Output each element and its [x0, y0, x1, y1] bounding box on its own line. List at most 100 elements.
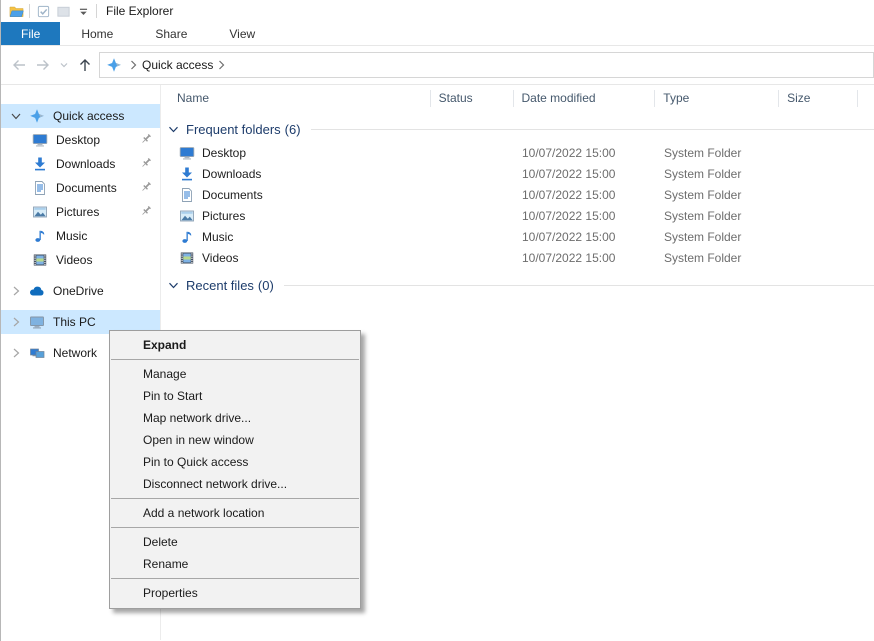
- music-icon: [32, 228, 48, 244]
- recent-locations-chevron-icon[interactable]: [59, 60, 69, 70]
- pin-icon: [139, 180, 153, 194]
- file-type: System Folder: [656, 251, 780, 265]
- pictures-icon: [179, 208, 195, 224]
- menu-item-disconnect-network-drive[interactable]: Disconnect network drive...: [110, 473, 360, 495]
- pin-icon: [139, 156, 153, 170]
- column-header-filler: [858, 90, 874, 107]
- file-type: System Folder: [656, 209, 780, 223]
- navigation-bar: Quick access: [1, 46, 874, 85]
- menu-item-manage[interactable]: Manage: [110, 363, 360, 385]
- column-header-date-modified[interactable]: Date modified: [514, 90, 656, 107]
- menu-item-expand[interactable]: Expand: [110, 334, 360, 356]
- file-explorer-window: File Explorer FileHomeShareView Quick ac…: [0, 0, 874, 641]
- breadcrumb-chevron-icon[interactable]: [129, 59, 138, 71]
- sidebar-item-downloads[interactable]: Downloads: [1, 152, 160, 176]
- documents-icon: [179, 187, 195, 203]
- menu-item-pin-to-quick-access[interactable]: Pin to Quick access: [110, 451, 360, 473]
- documents-icon: [32, 180, 48, 196]
- file-date-modified: 10/07/2022 15:00: [514, 188, 656, 202]
- sidebar-item-desktop[interactable]: Desktop: [1, 128, 160, 152]
- sidebar-item-label: Music: [56, 229, 87, 243]
- sidebar-item-label: Quick access: [53, 109, 124, 123]
- file-row-videos[interactable]: Videos10/07/2022 15:00System Folder: [161, 247, 874, 268]
- chevron-right-icon[interactable]: [10, 347, 22, 359]
- sidebar-item-quick-access[interactable]: Quick access: [1, 104, 160, 128]
- menu-item-add-a-network-location[interactable]: Add a network location: [110, 502, 360, 524]
- menu-item-pin-to-start[interactable]: Pin to Start: [110, 385, 360, 407]
- downloads-icon: [32, 156, 48, 172]
- pictures-icon: [32, 204, 48, 220]
- sidebar-item-label: Desktop: [56, 133, 100, 147]
- group-header-frequent-folders[interactable]: Frequent folders (6): [161, 122, 874, 137]
- tab-share[interactable]: Share: [134, 22, 208, 45]
- menu-item-map-network-drive[interactable]: Map network drive...: [110, 407, 360, 429]
- sidebar-item-label: Downloads: [56, 157, 115, 171]
- downloads-icon: [179, 166, 195, 182]
- chevron-down-icon[interactable]: [10, 110, 22, 122]
- file-row-desktop[interactable]: Desktop10/07/2022 15:00System Folder: [161, 142, 874, 163]
- group-count: (6): [285, 122, 301, 137]
- file-name: Desktop: [202, 146, 246, 160]
- menu-item-rename[interactable]: Rename: [110, 553, 360, 575]
- file-row-documents[interactable]: Documents10/07/2022 15:00System Folder: [161, 184, 874, 205]
- chevron-down-icon[interactable]: [168, 280, 179, 291]
- quick-access-star-icon: [106, 57, 122, 73]
- file-name: Music: [202, 230, 233, 244]
- chevron-right-icon[interactable]: [10, 316, 22, 328]
- frequent-folders-list: Desktop10/07/2022 15:00System FolderDown…: [161, 142, 874, 268]
- sidebar-item-music[interactable]: Music: [1, 224, 160, 248]
- group-count: (0): [258, 278, 274, 293]
- menu-item-open-in-new-window[interactable]: Open in new window: [110, 429, 360, 451]
- properties-check-icon[interactable]: [33, 2, 53, 20]
- desktop-icon: [179, 145, 195, 161]
- group-header-recent-files[interactable]: Recent files (0): [161, 278, 874, 293]
- sidebar-item-label: This PC: [53, 315, 96, 329]
- quick-access-star-icon: [29, 108, 45, 124]
- menu-item-delete[interactable]: Delete: [110, 531, 360, 553]
- sidebar-item-pictures[interactable]: Pictures: [1, 200, 160, 224]
- column-header-name[interactable]: Name: [161, 90, 431, 107]
- chevron-down-icon[interactable]: [168, 124, 179, 135]
- breadcrumb-chevron-icon[interactable]: [217, 59, 226, 71]
- sidebar-item-label: OneDrive: [53, 284, 104, 298]
- sidebar-item-label: Network: [53, 346, 97, 360]
- column-header-type[interactable]: Type: [655, 90, 779, 107]
- videos-icon: [179, 250, 195, 266]
- group-title: Frequent folders: [186, 122, 281, 137]
- network-icon: [29, 345, 45, 361]
- menu-separator: [111, 578, 359, 579]
- file-row-music[interactable]: Music10/07/2022 15:00System Folder: [161, 226, 874, 247]
- tab-view[interactable]: View: [208, 22, 276, 45]
- breadcrumb-quick-access[interactable]: Quick access: [142, 58, 213, 72]
- column-header-status[interactable]: Status: [431, 90, 514, 107]
- file-type: System Folder: [656, 146, 780, 160]
- back-icon[interactable]: [11, 57, 27, 73]
- videos-icon: [32, 252, 48, 268]
- title-bar: File Explorer: [1, 0, 874, 22]
- forward-icon[interactable]: [35, 57, 51, 73]
- sidebar-item-videos[interactable]: Videos: [1, 248, 160, 272]
- sidebar-item-documents[interactable]: Documents: [1, 176, 160, 200]
- file-type: System Folder: [656, 188, 780, 202]
- explorer-folder-icon[interactable]: [6, 2, 26, 20]
- qat-customize-icon[interactable]: [73, 2, 93, 20]
- tab-home[interactable]: Home: [60, 22, 134, 45]
- file-row-pictures[interactable]: Pictures10/07/2022 15:00System Folder: [161, 205, 874, 226]
- sidebar-item-label: Documents: [56, 181, 117, 195]
- group-divider-line: [284, 285, 874, 286]
- pin-icon: [139, 204, 153, 218]
- up-icon[interactable]: [77, 57, 93, 73]
- tab-file[interactable]: File: [1, 22, 60, 45]
- new-folder-icon[interactable]: [53, 2, 73, 20]
- this-pc-icon: [29, 314, 45, 330]
- chevron-right-icon[interactable]: [10, 285, 22, 297]
- file-type: System Folder: [656, 230, 780, 244]
- column-header-size[interactable]: Size: [779, 90, 858, 107]
- file-row-downloads[interactable]: Downloads10/07/2022 15:00System Folder: [161, 163, 874, 184]
- window-title: File Explorer: [106, 4, 173, 18]
- group-title: Recent files: [186, 278, 254, 293]
- sidebar-item-onedrive[interactable]: OneDrive: [1, 279, 160, 303]
- menu-item-properties[interactable]: Properties: [110, 582, 360, 604]
- file-name: Downloads: [202, 167, 261, 181]
- address-bar[interactable]: Quick access: [99, 52, 874, 78]
